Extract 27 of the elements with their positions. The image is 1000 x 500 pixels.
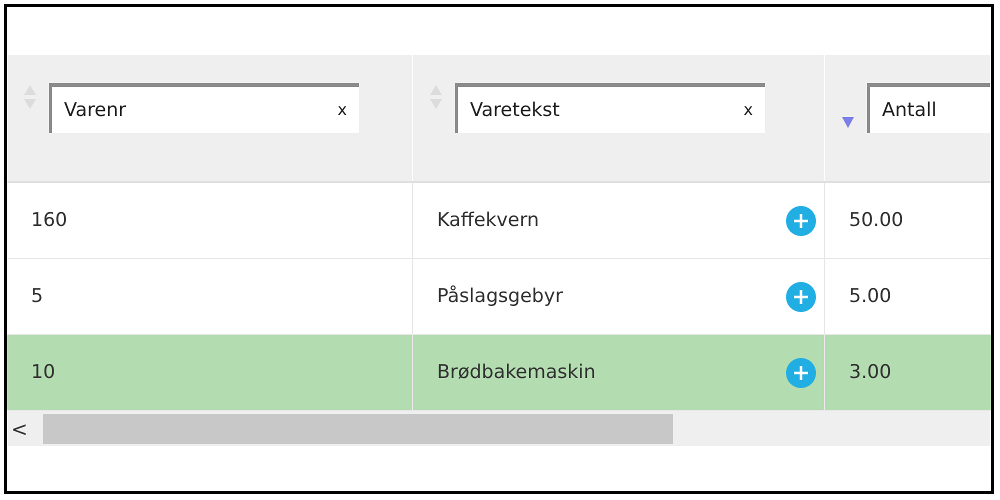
add-icon[interactable]: [786, 358, 816, 388]
sort-descending-icon[interactable]: [841, 115, 855, 129]
table-row[interactable]: 5 Påslagsgebyr 5.00: [7, 259, 991, 335]
table-cell-text: 5: [31, 284, 44, 310]
filter-value: Varetekst: [470, 98, 561, 123]
table-cell-text: 160: [31, 208, 68, 234]
table-cell-text: Påslagsgebyr: [437, 284, 564, 310]
add-icon[interactable]: [786, 206, 816, 236]
table-cell-text: Kaffekvern: [437, 208, 540, 234]
scroll-left-button[interactable]: <: [7, 411, 43, 446]
filter-value: Varenr: [64, 98, 128, 123]
clear-button[interactable]: x: [744, 98, 753, 122]
filter-field[interactable]: Varetekst x: [455, 83, 765, 133]
scrollbar-thumb[interactable]: [43, 414, 673, 444]
table-cell-text: 10: [31, 360, 56, 386]
horizontal-scrollbar[interactable]: <: [7, 411, 991, 446]
filter-field[interactable]: Antall: [867, 83, 990, 133]
table-cell-text: 50.00: [849, 208, 904, 234]
filter-value: Antall: [882, 98, 938, 123]
table-cell-text: 5.00: [849, 284, 892, 310]
table-cell-text: 3.00: [849, 360, 892, 386]
clear-button[interactable]: x: [338, 98, 347, 122]
table-cell-text: Brødbakemaskin: [437, 360, 597, 386]
table-row[interactable]: 160 Kaffekvern 50.00: [7, 183, 991, 259]
add-icon[interactable]: [786, 282, 816, 312]
filter-field[interactable]: Varenr x: [49, 83, 359, 133]
table-row[interactable]: 10 Brødbakemaskin 3.00: [7, 335, 991, 411]
